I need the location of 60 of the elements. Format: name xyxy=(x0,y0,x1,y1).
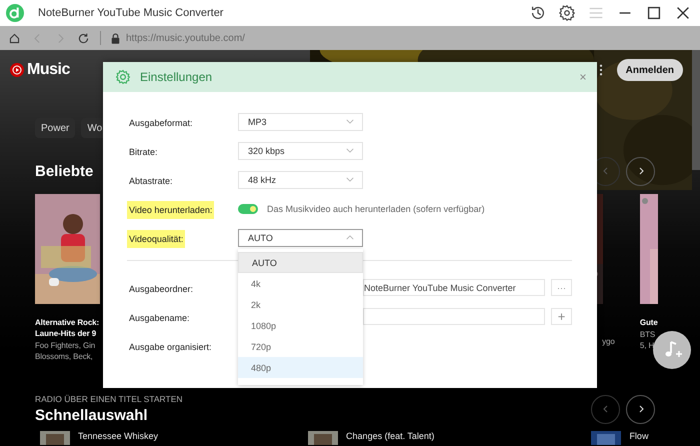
dropdown-option[interactable]: 2k xyxy=(238,294,363,315)
toggle-switch[interactable] xyxy=(238,204,258,214)
browse-button[interactable]: ··· xyxy=(551,279,572,296)
chevron-down-icon xyxy=(346,119,354,124)
next-button[interactable] xyxy=(626,156,655,186)
section-title: Schnellauswahl xyxy=(35,407,149,424)
settings-icon[interactable] xyxy=(558,4,576,22)
song-title[interactable]: Changes (feat. Talent) xyxy=(346,431,434,441)
select-field[interactable]: MP3 xyxy=(238,112,363,130)
dropdown-option[interactable]: 720p xyxy=(238,336,363,357)
setting-label: Bitrate: xyxy=(128,146,159,158)
dropdown-option[interactable]: 1080p xyxy=(238,315,363,336)
scrollbar[interactable] xyxy=(692,50,700,170)
lock-icon xyxy=(111,32,120,44)
reload-icon[interactable] xyxy=(77,32,90,44)
card-subtitle: ygo xyxy=(602,336,616,347)
sign-in-button[interactable]: Anmelden xyxy=(616,59,683,81)
logo-text: Music xyxy=(27,61,70,79)
home-icon[interactable] xyxy=(8,32,21,44)
add-music-button[interactable] xyxy=(653,331,691,369)
folder-field[interactable]: NoteBurner YouTube Music Converter xyxy=(363,279,545,296)
setting-label: Ausgabeordner: xyxy=(128,282,194,296)
select-field[interactable]: AUTO xyxy=(238,228,363,246)
dropdown-option[interactable]: AUTO xyxy=(238,252,363,273)
setting-label: Ausgabename: xyxy=(128,312,191,325)
setting-label: Abtastrate: xyxy=(128,174,174,188)
card-title[interactable]: Gute xyxy=(640,317,660,328)
filter-chip[interactable]: Power xyxy=(35,118,76,138)
window-title: NoteBurner YouTube Music Converter xyxy=(38,7,224,19)
section-title: Beliebte xyxy=(35,162,94,180)
previous-button[interactable] xyxy=(591,394,620,424)
maximize-icon[interactable] xyxy=(645,4,663,22)
add-button[interactable]: + xyxy=(551,308,572,325)
setting-label: Videoqualität: xyxy=(127,230,186,248)
setting-label: Video herunterladen: xyxy=(127,200,214,218)
name-field[interactable] xyxy=(363,308,545,325)
setting-description: Das Musikvideo auch herunterladen (sofern verfügbar) xyxy=(267,204,485,214)
chevron-left-icon xyxy=(600,166,610,176)
history-icon[interactable] xyxy=(529,4,547,22)
select-field[interactable]: 48 kHz xyxy=(238,170,363,188)
card-subtitle: BTS 5, H xyxy=(640,329,656,351)
more-icon[interactable] xyxy=(598,64,603,76)
dialog-title: Einstellungen xyxy=(140,70,212,84)
chevron-down-icon xyxy=(346,177,354,182)
app-logo-icon xyxy=(6,4,24,22)
next-button[interactable] xyxy=(626,394,655,424)
chevron-left-icon xyxy=(600,404,610,414)
select-field[interactable]: 320 kbps xyxy=(238,142,363,160)
dropdown-option[interactable]: 4k xyxy=(238,273,363,294)
card-subtitle: Foo Fighters, Gin Blossoms, Beck, xyxy=(35,340,96,362)
setting-label: Ausgabe organisiert: xyxy=(128,340,213,354)
dropdown-option[interactable]: 480p xyxy=(238,357,363,378)
section-caption: RADIO ÜBER EINEN TITEL STARTEN xyxy=(35,394,183,404)
play-logo-icon xyxy=(10,63,24,77)
song-title[interactable]: Flow xyxy=(629,431,648,441)
chevron-down-icon xyxy=(346,148,354,153)
settings-icon xyxy=(115,69,131,85)
setting-label: Ausgabeformat: xyxy=(128,116,194,130)
song-title[interactable]: Tennessee Whiskey xyxy=(78,431,158,441)
chevron-up-icon xyxy=(346,235,354,240)
